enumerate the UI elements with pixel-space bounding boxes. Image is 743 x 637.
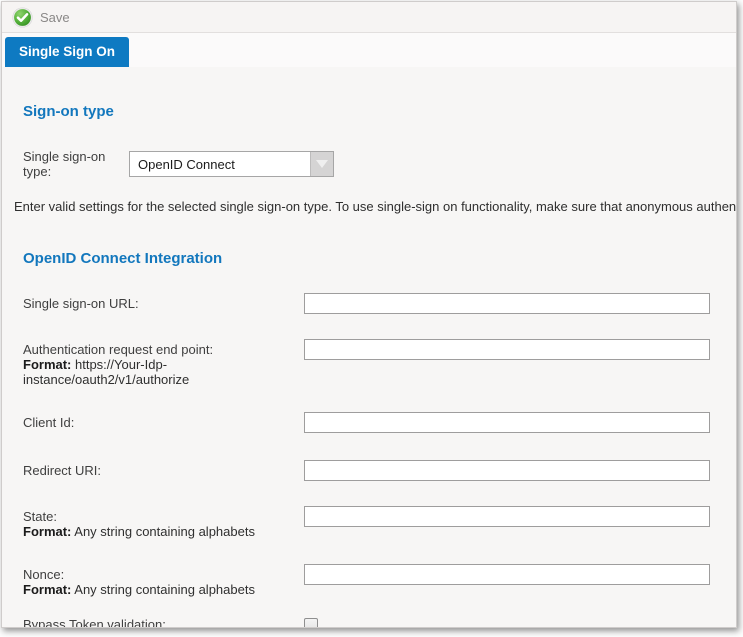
signon-type-row: Single sign-on type: OpenID Connect [23, 149, 736, 179]
save-checkmark-icon [12, 7, 33, 28]
signon-type-label: Single sign-on type: [23, 149, 129, 179]
tab-label: Single Sign On [19, 44, 115, 59]
form-row-nonce: Nonce: Format: Any string containing alp… [23, 564, 736, 597]
integration-form: Single sign-on URL: Authentication reque… [14, 293, 736, 627]
toolbar: Save [2, 2, 736, 33]
auth-endpoint-format: Format: https://Your-Idp-instance/oauth2… [23, 357, 304, 387]
field-label-group: Bypass Token validation: [23, 617, 304, 627]
chevron-down-icon [316, 160, 328, 168]
save-button[interactable]: Save [12, 7, 70, 28]
auth-endpoint-input[interactable] [304, 339, 710, 360]
content-area: Sign-on type Single sign-on type: OpenID… [2, 67, 736, 627]
field-label-group: Client Id: [23, 412, 304, 430]
field-label-group: Single sign-on URL: [23, 293, 304, 311]
redirect-uri-input[interactable] [304, 460, 710, 481]
form-row-client-id: Client Id: [23, 412, 736, 433]
form-row-auth-endpoint: Authentication request end point: Format… [23, 339, 736, 387]
state-label: State: [23, 509, 304, 524]
client-id-label: Client Id: [23, 415, 304, 430]
form-row-sso-url: Single sign-on URL: [23, 293, 736, 314]
field-label-group: Authentication request end point: Format… [23, 339, 304, 387]
signon-type-selected-value: OpenID Connect [130, 157, 310, 172]
sso-url-label: Single sign-on URL: [23, 296, 304, 311]
redirect-uri-label: Redirect URI: [23, 463, 304, 478]
form-row-bypass-token: Bypass Token validation: [23, 617, 736, 627]
dropdown-arrow-button[interactable] [310, 152, 333, 176]
save-button-label: Save [40, 10, 70, 25]
field-label-group: Redirect URI: [23, 460, 304, 478]
nonce-input[interactable] [304, 564, 710, 585]
state-format: Format: Any string containing alphabets [23, 524, 304, 539]
sso-url-input[interactable] [304, 293, 710, 314]
signon-type-heading: Sign-on type [23, 103, 736, 120]
tab-strip: Single Sign On [2, 33, 736, 67]
field-label-group: State: Format: Any string containing alp… [23, 506, 304, 539]
integration-heading: OpenID Connect Integration [23, 250, 736, 267]
auth-endpoint-label: Authentication request end point: [23, 342, 304, 357]
signon-type-dropdown[interactable]: OpenID Connect [129, 151, 334, 177]
tab-single-sign-on[interactable]: Single Sign On [5, 37, 129, 67]
client-id-input[interactable] [304, 412, 710, 433]
bypass-token-label: Bypass Token validation: [23, 617, 304, 627]
nonce-label: Nonce: [23, 567, 304, 582]
form-row-state: State: Format: Any string containing alp… [23, 506, 736, 539]
instruction-text: Enter valid settings for the selected si… [14, 199, 736, 214]
bypass-token-checkbox[interactable] [304, 618, 318, 628]
field-label-group: Nonce: Format: Any string containing alp… [23, 564, 304, 597]
nonce-format: Format: Any string containing alphabets [23, 582, 304, 597]
form-row-redirect-uri: Redirect URI: [23, 460, 736, 481]
state-input[interactable] [304, 506, 710, 527]
settings-panel: Save Single Sign On Sign-on type Single … [1, 1, 737, 628]
